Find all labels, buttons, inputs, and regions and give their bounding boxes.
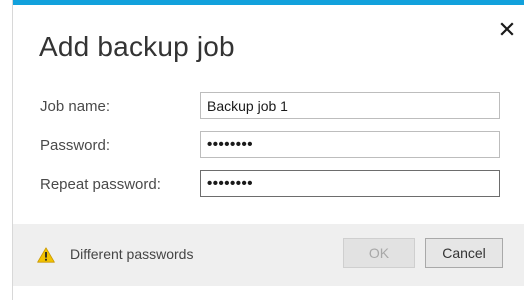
ok-button[interactable]: OK — [343, 238, 415, 268]
password-row: Password: — [40, 131, 510, 159]
cancel-button[interactable]: Cancel — [425, 238, 503, 268]
dialog-footer: Different passwords OK Cancel — [13, 224, 524, 286]
password-label: Password: — [40, 137, 111, 154]
password-input[interactable] — [200, 131, 500, 158]
close-button[interactable] — [498, 20, 516, 38]
warning-icon — [37, 247, 55, 263]
repeat-password-row: Repeat password: — [40, 170, 510, 198]
job-name-label: Job name: — [40, 98, 111, 115]
job-name-input[interactable] — [200, 92, 500, 119]
repeat-password-label: Repeat password: — [40, 176, 161, 193]
add-backup-job-dialog: Add backup job Job name: Password: Repea… — [12, 0, 524, 300]
dialog-accent-bar — [13, 0, 524, 5]
close-icon — [500, 22, 514, 36]
job-name-row: Job name: — [40, 92, 510, 120]
warning-message: Different passwords — [70, 246, 194, 262]
dialog-title: Add backup job — [39, 31, 235, 62]
repeat-password-input[interactable] — [200, 170, 500, 197]
